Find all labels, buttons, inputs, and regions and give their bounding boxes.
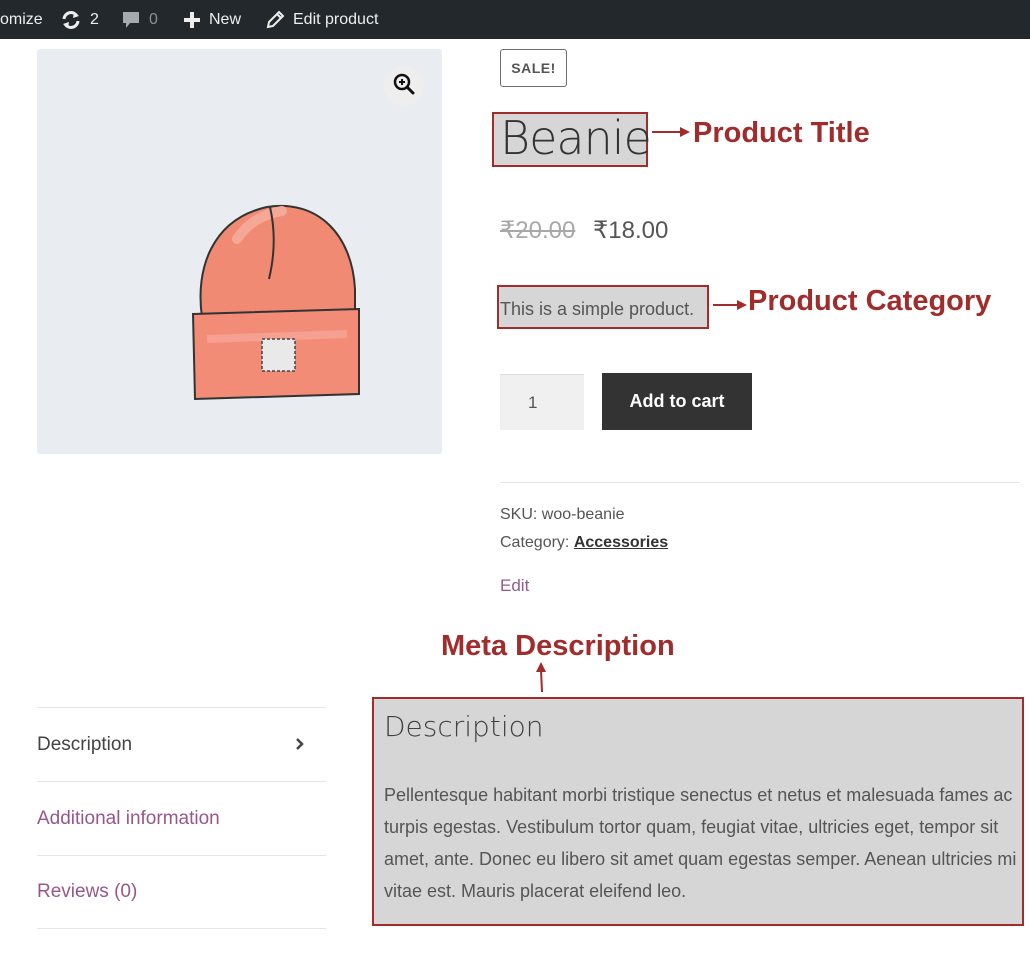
customize-link[interactable]: omize [0, 0, 43, 39]
plus-icon [183, 11, 201, 29]
quantity-input[interactable] [500, 374, 584, 430]
comments-icon [121, 10, 141, 30]
category-line: Category: Accessories [500, 532, 668, 554]
edit-link[interactable]: Edit [500, 576, 529, 596]
annotation-arrow-title [652, 127, 690, 137]
pencil-icon [265, 10, 285, 30]
short-description: This is a simple product. [500, 299, 695, 319]
tab-description-label: Description [37, 733, 133, 755]
sku: SKU: woo-beanie [500, 506, 625, 523]
tab-additional-information[interactable]: Additional information [37, 781, 326, 855]
zoom-icon [393, 73, 415, 100]
regular-price: ₹20.00 [500, 217, 576, 244]
tab-description[interactable]: Description [37, 707, 326, 781]
new-label: New [209, 10, 242, 28]
add-to-cart-button[interactable]: Add to cart [602, 373, 752, 430]
updates-link[interactable]: 2 [60, 0, 99, 39]
sale-price: ₹18.00 [593, 217, 669, 244]
description-heading: Description [384, 710, 544, 743]
edit-product-link[interactable]: Edit product [265, 0, 378, 39]
meta-divider [500, 482, 1020, 483]
admin-bar: omize 2 0 New Edit product [0, 0, 1030, 39]
annotation-meta-description: Meta Description [441, 630, 675, 662]
product-title: Beanie [500, 111, 652, 165]
tab-reviews-label: Reviews (0) [37, 881, 138, 902]
annotation-arrow-meta [536, 662, 546, 693]
category-link[interactable]: Accessories [574, 534, 668, 551]
customize-label: omize [0, 10, 43, 28]
tab-reviews[interactable]: Reviews (0) [37, 855, 326, 929]
annotation-product-category: Product Category [748, 285, 992, 317]
category-prefix: Category: [500, 534, 570, 551]
new-link[interactable]: New [183, 0, 241, 39]
edit-product-label: Edit product [293, 10, 379, 28]
sale-badge: SALE! [500, 49, 567, 87]
product-image-gallery[interactable] [37, 49, 442, 454]
updates-count: 2 [90, 10, 99, 28]
zoom-button[interactable] [384, 66, 424, 106]
comments-count: 0 [149, 10, 158, 28]
updates-icon [60, 9, 82, 31]
product-tabs: Description Additional information Revie… [37, 707, 326, 929]
beanie-image [191, 204, 360, 401]
chevron-right-icon [292, 734, 308, 754]
tab-additional-information-label: Additional information [37, 807, 220, 829]
annotation-arrow-category [713, 300, 747, 310]
annotation-product-title: Product Title [693, 117, 870, 149]
description-body: Pellentesque habitant morbi tristique se… [384, 785, 1017, 901]
comments-link[interactable]: 0 [121, 0, 158, 39]
